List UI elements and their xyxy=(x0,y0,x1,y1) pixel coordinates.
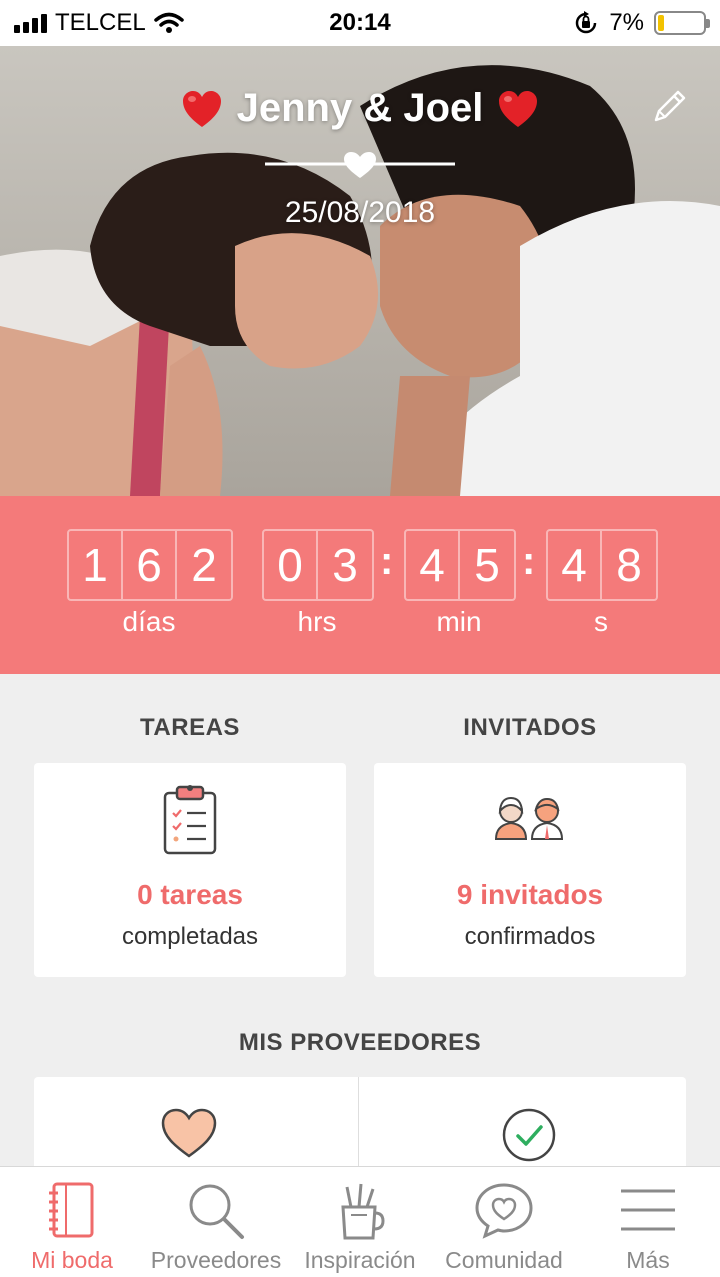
countdown-hours: 0 3 xyxy=(262,529,374,601)
tab-mas[interactable]: Más xyxy=(576,1167,720,1277)
seconds-label: s xyxy=(594,606,608,637)
tasks-card[interactable]: 0 tareas completadas xyxy=(34,763,346,977)
tab-bar: Mi boda Proveedores Inspiración Comunida… xyxy=(0,1166,720,1277)
chat-heart-icon xyxy=(475,1183,533,1239)
minutes-label: min xyxy=(436,606,482,637)
couple-title: Jenny & Joel xyxy=(0,86,720,131)
days-digit: 1 xyxy=(69,531,123,599)
providers-card xyxy=(34,1077,686,1177)
tab-label: Comunidad xyxy=(445,1247,563,1273)
heart-emoji-icon xyxy=(499,90,538,127)
days-label: días xyxy=(122,606,176,637)
minutes-digit: 4 xyxy=(406,531,460,599)
battery-percent: 7% xyxy=(609,9,644,36)
guests-title: INVITADOS xyxy=(463,714,597,741)
clipboard-checklist-icon xyxy=(163,785,217,855)
tasks-subtitle: completadas xyxy=(121,923,259,950)
hero-banner: Jenny & Joel 25/08/2018 xyxy=(0,46,720,496)
battery-icon xyxy=(654,11,710,35)
heart-emoji-icon xyxy=(182,90,221,127)
check-circle-icon xyxy=(502,1108,556,1162)
edit-pencil-icon[interactable] xyxy=(650,86,690,126)
tab-inspiracion[interactable]: Inspiración xyxy=(288,1167,432,1277)
guests-card[interactable]: 9 invitados confirmados xyxy=(374,763,686,977)
hours-digit: 0 xyxy=(264,531,318,599)
tab-comunidad[interactable]: Comunidad xyxy=(432,1167,576,1277)
countdown-seconds: 4 8 xyxy=(546,529,658,601)
rotation-lock-icon xyxy=(576,11,597,34)
time-separator: : xyxy=(522,539,536,583)
wedding-date: 25/08/2018 xyxy=(284,196,436,229)
heart-icon xyxy=(161,1108,217,1158)
status-bar: TELCEL 20:14 7% xyxy=(0,0,720,46)
tab-label: Mi boda xyxy=(31,1247,113,1273)
seconds-digit: 4 xyxy=(548,531,602,599)
providers-favorites[interactable] xyxy=(34,1077,359,1177)
seconds-digit: 8 xyxy=(616,539,642,591)
tab-label: Inspiración xyxy=(304,1247,416,1273)
notebook-icon xyxy=(49,1182,94,1238)
days-digit: 2 xyxy=(191,539,217,591)
tab-proveedores[interactable]: Proveedores xyxy=(144,1167,288,1277)
guests-count: 9 invitados xyxy=(456,879,604,910)
providers-hired[interactable] xyxy=(360,1077,686,1177)
status-right: 7% xyxy=(573,0,710,46)
countdown-minutes: 4 5 xyxy=(404,529,516,601)
divider-heart-icon xyxy=(265,152,455,178)
time-separator: : xyxy=(380,539,394,583)
pencil-cup-icon xyxy=(341,1183,385,1240)
menu-icon xyxy=(621,1189,675,1231)
tab-label: Proveedores xyxy=(150,1247,282,1273)
search-icon xyxy=(189,1184,244,1239)
hours-digit: 3 xyxy=(332,539,358,591)
battery-fill xyxy=(658,15,665,31)
minutes-digit: 5 xyxy=(474,539,500,591)
hours-label: hrs xyxy=(297,606,337,637)
providers-title: MIS PROVEEDORES xyxy=(238,1029,482,1056)
tasks-count: 0 tareas xyxy=(137,879,243,910)
guests-subtitle: confirmados xyxy=(464,923,596,950)
guests-couple-icon xyxy=(494,796,564,840)
couple-names: Jenny & Joel xyxy=(236,86,484,130)
tab-label: Más xyxy=(626,1247,670,1273)
tasks-title: TAREAS xyxy=(140,714,240,741)
countdown: 1 6 2 0 3 : 4 5 : 4 8 días hrs min s xyxy=(0,496,720,674)
countdown-days: 1 6 2 xyxy=(67,529,233,601)
days-digit: 6 xyxy=(123,531,177,599)
tab-mi-boda[interactable]: Mi boda xyxy=(0,1167,144,1277)
